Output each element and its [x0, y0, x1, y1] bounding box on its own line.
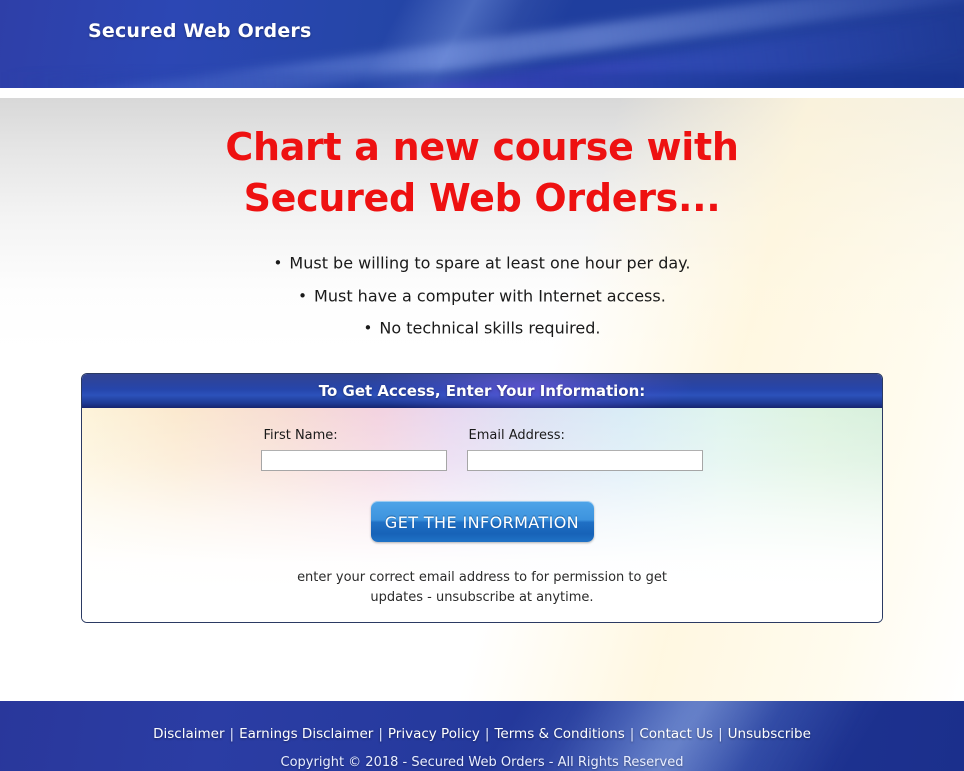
- footer-link-terms-conditions[interactable]: Terms & Conditions: [494, 726, 624, 742]
- main-content: Chart a new course with Secured Web Orde…: [0, 98, 964, 701]
- email-label: Email Address:: [468, 427, 565, 443]
- form-body: First Name: Email Address: GET THE INFOR…: [82, 407, 882, 622]
- fineprint-line-2: updates - unsubscribe at anytime.: [370, 589, 594, 605]
- header-content-divider: [0, 88, 964, 98]
- headline-line-1: Chart a new course with: [225, 125, 739, 169]
- footer-separator: |: [484, 726, 490, 742]
- form-title: To Get Access, Enter Your Information:: [318, 381, 646, 400]
- footer-link-privacy-policy[interactable]: Privacy Policy: [388, 726, 480, 742]
- list-item-label: Must have a computer with Internet acces…: [314, 286, 666, 306]
- first-name-input[interactable]: [261, 449, 448, 471]
- email-field-group: Email Address:: [466, 427, 703, 471]
- list-item: • Must be willing to spare at least one h…: [0, 247, 964, 280]
- form-fineprint: enter your correct email address to for …: [82, 568, 882, 608]
- footer-separator: |: [718, 726, 723, 742]
- get-the-information-button[interactable]: GET THE INFORMATION: [370, 500, 594, 542]
- cta-container: GET THE INFORMATION: [82, 500, 882, 542]
- first-name-label: First Name:: [263, 427, 338, 443]
- footer-links: Disclaimer | Earnings Disclaimer | Privacy P…: [0, 701, 964, 742]
- headline-line-2: Secured Web Orders...: [243, 175, 721, 220]
- header-bottom-shade: [0, 72, 964, 88]
- bullet-icon: •: [273, 254, 283, 273]
- bullet-icon: •: [363, 319, 373, 338]
- footer-link-contact-us[interactable]: Contact Us: [639, 726, 713, 742]
- email-input[interactable]: [466, 449, 703, 471]
- footer-link-disclaimer[interactable]: Disclaimer: [153, 726, 224, 742]
- requirements-list: • Must be willing to spare at least one h…: [0, 247, 964, 345]
- footer-separator: |: [378, 726, 383, 742]
- footer: Disclaimer | Earnings Disclaimer | Privacy P…: [0, 701, 964, 771]
- footer-separator: |: [229, 726, 235, 742]
- footer-copyright: Copyright © 2018 - Secured Web Orders - …: [280, 755, 684, 770]
- header-banner: Secured Web Orders: [0, 0, 964, 88]
- site-title: Secured Web Orders: [88, 20, 312, 42]
- list-item-label: No technical skills required.: [379, 318, 601, 338]
- bullet-icon: •: [298, 286, 308, 305]
- optin-form: To Get Access, Enter Your Information: F…: [81, 372, 883, 623]
- first-name-field-group: First Name:: [261, 427, 448, 471]
- fineprint-line-1: enter your correct email address to for …: [297, 569, 667, 585]
- footer-link-earnings-disclaimer[interactable]: Earnings Disclaimer: [239, 726, 373, 742]
- footer-separator: |: [629, 726, 635, 742]
- form-titlebar: To Get Access, Enter Your Information:: [82, 373, 882, 408]
- list-item: • No technical skills required.: [0, 312, 964, 345]
- page-headline: Chart a new course with Secured Web Orde…: [0, 98, 964, 223]
- list-item-label: Must be willing to spare at least one ho…: [289, 253, 691, 273]
- form-fields-row: First Name: Email Address:: [82, 408, 882, 471]
- footer-link-unsubscribe[interactable]: Unsubscribe: [728, 726, 811, 742]
- list-item: • Must have a computer with Internet acce…: [0, 280, 964, 313]
